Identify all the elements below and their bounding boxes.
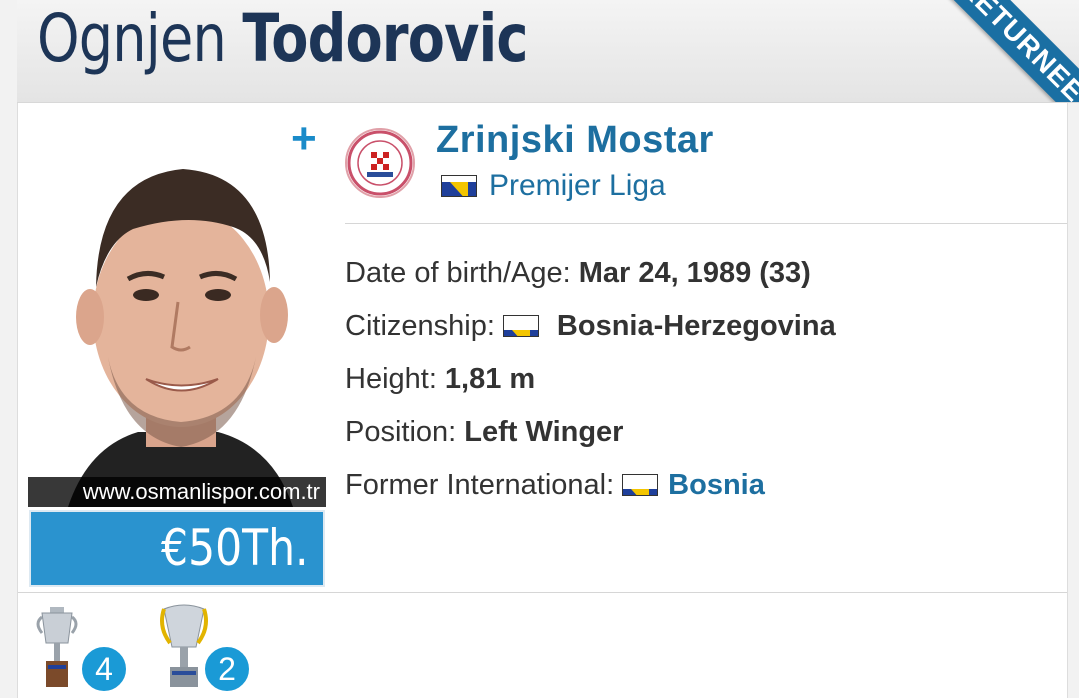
league-name: Premijer Liga xyxy=(489,169,666,202)
bosnia-flag-icon xyxy=(502,314,539,337)
position-value: Left Winger xyxy=(464,415,624,448)
former-international-row: Former International: Bosnia xyxy=(345,458,836,511)
player-header: Ognjen Todorovic RETURNEE xyxy=(17,0,1079,103)
photo-credit: www.osmanlispor.com.tr xyxy=(28,477,326,507)
trophy-count-badge: 2 xyxy=(203,645,251,693)
position-label: Position: xyxy=(345,415,457,448)
player-portrait-icon xyxy=(28,117,326,507)
dob-label: Date of birth/Age: xyxy=(345,256,571,289)
trophy-count-badge: 4 xyxy=(80,645,128,693)
player-first-name: Ognjen xyxy=(37,0,227,77)
divider xyxy=(18,592,1067,593)
club-name-link[interactable]: Zrinjski Mostar xyxy=(436,119,714,162)
position-row: Position: Left Winger xyxy=(345,405,836,458)
citizenship-value: Bosnia-Herzegovina xyxy=(556,309,836,342)
dob-row: Date of birth/Age: Mar 24, 1989 (33) xyxy=(345,246,836,299)
league-link[interactable]: Premijer Liga xyxy=(441,169,666,203)
dob-value: Mar 24, 1989 (33) xyxy=(578,256,811,289)
citizenship-row: Citizenship: Bosnia-Herzegovina xyxy=(345,299,836,352)
height-label: Height: xyxy=(345,362,437,395)
bosnia-flag-icon xyxy=(441,175,477,197)
club-crest-icon[interactable] xyxy=(345,128,415,198)
market-value-button[interactable]: €50Th. xyxy=(29,510,325,587)
player-name: Ognjen Todorovic xyxy=(37,0,528,82)
player-last-name: Todorovic xyxy=(242,0,528,77)
national-team-link[interactable]: Bosnia xyxy=(668,460,765,510)
height-row: Height: 1,81 m xyxy=(345,352,836,405)
market-value: €50Th. xyxy=(161,519,309,577)
divider xyxy=(345,223,1067,224)
player-info: Date of birth/Age: Mar 24, 1989 (33) Cit… xyxy=(345,246,836,511)
former-international-label: Former International: xyxy=(345,468,615,501)
player-card: www.osmanlispor.com.tr €50Th. + Zrinjski… xyxy=(17,103,1068,698)
add-to-watchlist-button[interactable]: + xyxy=(291,117,317,161)
player-photo[interactable] xyxy=(28,117,326,507)
bosnia-flag-icon xyxy=(622,473,659,496)
returnee-ribbon: RETURNEE xyxy=(919,0,1079,102)
citizenship-label: Citizenship: xyxy=(345,309,495,342)
height-value: 1,81 m xyxy=(444,362,536,395)
